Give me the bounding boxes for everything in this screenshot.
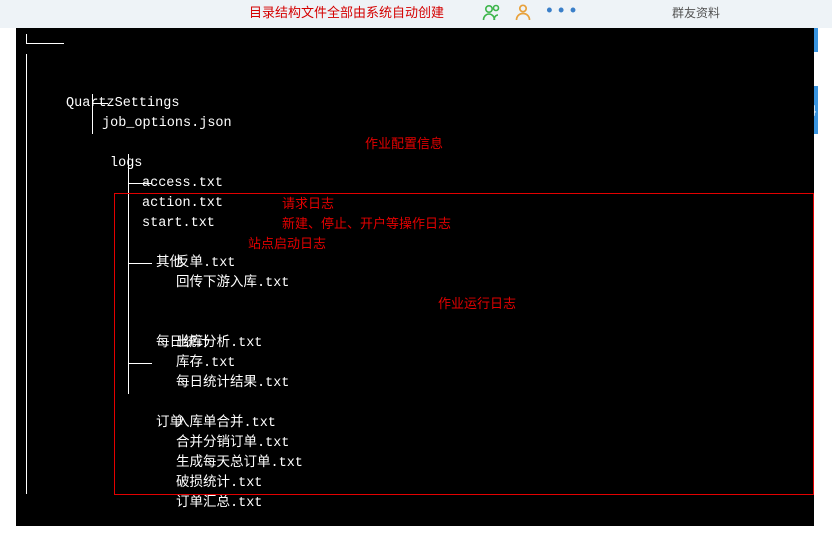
auto-create-label: 目录结构文件全部由系统自动创建: [249, 2, 444, 21]
more-dots-icon[interactable]: •••: [544, 2, 579, 22]
file-order-5: 订单汇总.txt: [176, 494, 262, 514]
directory-tree: QuartzSettings job_options.json 作业配置信息 l…: [16, 28, 814, 526]
top-icon-group: •••: [482, 2, 579, 22]
people-green-icon[interactable]: [482, 3, 502, 21]
person-orange-icon[interactable]: [514, 3, 532, 21]
file-order-4: 破损统计.txt: [176, 474, 262, 494]
group-info-label: 群友资料: [672, 4, 720, 21]
top-bar: 目录结构文件全部由系统自动创建 ••• 群友资料: [0, 0, 832, 28]
